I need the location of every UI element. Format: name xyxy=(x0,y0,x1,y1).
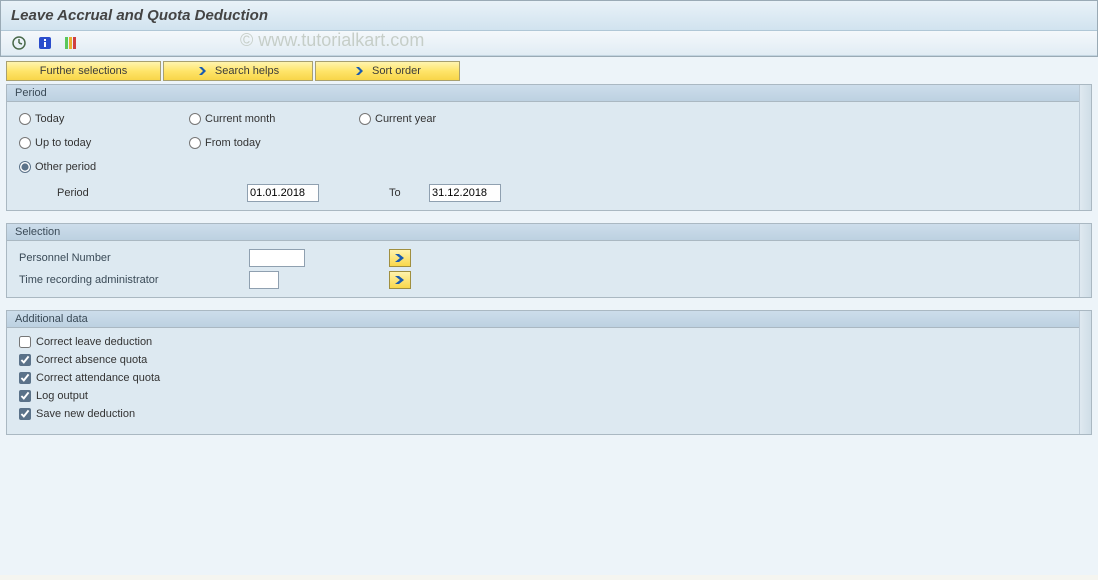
radio-from-today[interactable]: From today xyxy=(189,134,359,152)
personnel-number-select-button[interactable] xyxy=(389,249,411,267)
checkbox-row[interactable]: Log output xyxy=(19,390,1079,402)
selection-panel: Selection Personnel Number Time recordin… xyxy=(6,223,1092,298)
further-selections-label: Further selections xyxy=(40,65,127,77)
checkbox-row[interactable]: Save new deduction xyxy=(19,408,1079,420)
period-from-input[interactable] xyxy=(247,184,319,202)
additional-panel-header: Additional data xyxy=(7,311,1091,328)
radio-other-input[interactable] xyxy=(19,161,31,173)
radio-upto-label: Up to today xyxy=(35,137,91,149)
checkbox-label: Correct attendance quota xyxy=(36,372,160,384)
time-admin-select-button[interactable] xyxy=(389,271,411,289)
arrow-right-icon xyxy=(354,65,366,77)
search-helps-button[interactable]: Search helps xyxy=(163,61,313,81)
toolbar xyxy=(1,31,1097,56)
page-title: Leave Accrual and Quota Deduction xyxy=(11,7,268,24)
checkbox-row[interactable]: Correct attendance quota xyxy=(19,372,1079,384)
period-label: Period xyxy=(57,187,247,199)
radio-up-to-today[interactable]: Up to today xyxy=(19,134,189,152)
further-selections-button[interactable]: Further selections xyxy=(6,61,161,81)
checkbox-input[interactable] xyxy=(19,354,31,366)
radio-fromtoday-input[interactable] xyxy=(189,137,201,149)
checkbox-row[interactable]: Correct absence quota xyxy=(19,354,1079,366)
info-icon[interactable] xyxy=(37,35,53,51)
radio-fromtoday-label: From today xyxy=(205,137,261,149)
radio-current-year[interactable]: Current year xyxy=(359,110,529,128)
panel-edge xyxy=(1079,85,1091,210)
content-area: Further selections Search helps Sort ord… xyxy=(0,57,1098,575)
checkbox-input[interactable] xyxy=(19,336,31,348)
radio-curmonth-label: Current month xyxy=(205,113,275,125)
time-admin-input[interactable] xyxy=(249,271,279,289)
personnel-number-input[interactable] xyxy=(249,249,305,267)
period-to-input[interactable] xyxy=(429,184,501,202)
personnel-number-label: Personnel Number xyxy=(19,252,249,264)
additional-panel: Additional data Correct leave deduction C… xyxy=(6,310,1092,435)
execute-icon[interactable] xyxy=(11,35,27,51)
search-helps-label: Search helps xyxy=(215,65,279,77)
panel-edge xyxy=(1079,311,1091,434)
arrow-right-icon xyxy=(197,65,209,77)
radio-today-input[interactable] xyxy=(19,113,31,125)
period-panel-header: Period xyxy=(7,85,1091,102)
radio-current-month[interactable]: Current month xyxy=(189,110,359,128)
checkbox-label: Correct absence quota xyxy=(36,354,147,366)
radio-curyear-input[interactable] xyxy=(359,113,371,125)
checkbox-input[interactable] xyxy=(19,408,31,420)
period-panel: Period Today Up to today Other period xyxy=(6,84,1092,211)
variants-icon[interactable] xyxy=(63,35,79,51)
checkbox-label: Log output xyxy=(36,390,88,402)
checkbox-row[interactable]: Correct leave deduction xyxy=(19,336,1079,348)
radio-other-label: Other period xyxy=(35,161,96,173)
checkbox-label: Save new deduction xyxy=(36,408,135,420)
radio-curmonth-input[interactable] xyxy=(189,113,201,125)
checkbox-input[interactable] xyxy=(19,372,31,384)
radio-today-label: Today xyxy=(35,113,64,125)
sort-order-button[interactable]: Sort order xyxy=(315,61,460,81)
radio-curyear-label: Current year xyxy=(375,113,436,125)
sort-order-label: Sort order xyxy=(372,65,421,77)
period-to-label: To xyxy=(389,187,429,199)
checkbox-input[interactable] xyxy=(19,390,31,402)
button-row: Further selections Search helps Sort ord… xyxy=(6,61,1092,81)
checkbox-label: Correct leave deduction xyxy=(36,336,152,348)
radio-today[interactable]: Today xyxy=(19,110,189,128)
selection-panel-header: Selection xyxy=(7,224,1091,241)
title-bar: Leave Accrual and Quota Deduction xyxy=(1,1,1097,31)
time-admin-label: Time recording administrator xyxy=(19,274,249,286)
radio-other-period[interactable]: Other period xyxy=(19,158,189,176)
panel-edge xyxy=(1079,224,1091,297)
radio-upto-input[interactable] xyxy=(19,137,31,149)
